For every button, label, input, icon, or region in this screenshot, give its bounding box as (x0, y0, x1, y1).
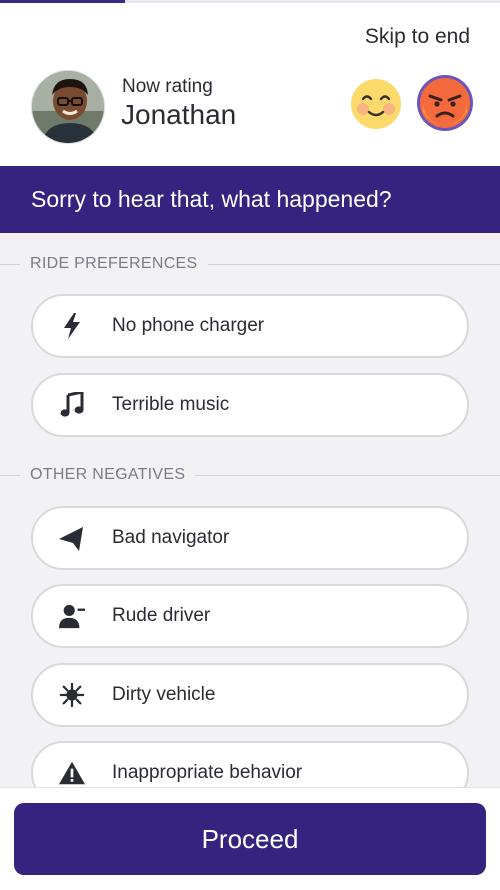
proceed-button[interactable]: Proceed (14, 803, 486, 875)
driver-name: Jonathan (121, 99, 237, 130)
section-other-negatives: OTHER NEGATIVES (0, 465, 500, 485)
section-title: RIDE PREFERENCES (30, 255, 198, 272)
rating-header: Skip to end Now rating Jonathan (0, 3, 500, 166)
option-terrible-music[interactable]: Terrible music (31, 373, 469, 437)
skip-to-end-link[interactable]: Skip to end (365, 25, 470, 49)
now-rating-caption: Now rating (122, 76, 213, 97)
option-label: No phone charger (112, 315, 265, 336)
option-bad-navigator[interactable]: Bad navigator (31, 506, 469, 570)
section-ride-preferences: RIDE PREFERENCES (0, 254, 500, 274)
option-no-phone-charger[interactable]: No phone charger (31, 294, 469, 358)
person-minus-icon (59, 603, 85, 629)
option-rude-driver[interactable]: Rude driver (31, 584, 469, 648)
splat-icon (59, 682, 85, 708)
warning-triangle-icon (59, 760, 85, 786)
footer-bar: Proceed (0, 787, 500, 890)
angry-face-icon[interactable] (416, 74, 474, 132)
prompt-text: Sorry to hear that, what happened? (31, 186, 392, 212)
music-note-icon (59, 392, 85, 418)
option-label: Inappropriate behavior (112, 762, 303, 783)
option-label: Terrible music (112, 394, 230, 415)
option-dirty-vehicle[interactable]: Dirty vehicle (31, 663, 469, 727)
navigation-arrow-icon (59, 525, 85, 551)
prompt-banner: Sorry to hear that, what happened? (0, 166, 500, 233)
driver-avatar (31, 70, 105, 144)
section-title: OTHER NEGATIVES (30, 466, 186, 483)
smiling-face-icon[interactable] (350, 78, 402, 130)
lightning-bolt-icon (59, 313, 85, 339)
option-label: Bad navigator (112, 527, 230, 548)
option-label: Rude driver (112, 605, 211, 626)
option-label: Dirty vehicle (112, 684, 216, 705)
